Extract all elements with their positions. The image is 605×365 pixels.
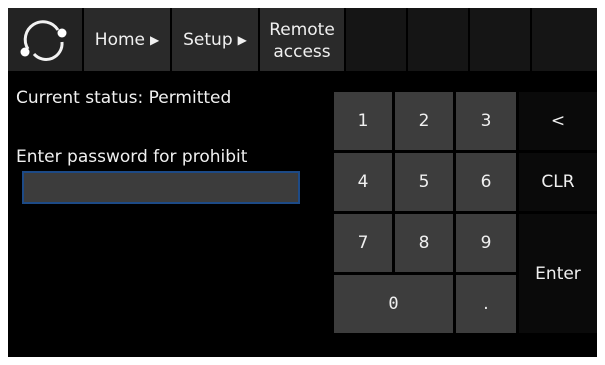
key-8[interactable]: 8 — [395, 214, 453, 272]
remote-access-screen: Home ▶ Setup ▶ Remote access Current sta… — [8, 8, 597, 357]
key-2[interactable]: 2 — [395, 92, 453, 150]
breadcrumb-setup[interactable]: Setup ▶ — [172, 8, 258, 71]
key-3[interactable]: 3 — [456, 92, 516, 150]
key-decimal[interactable]: . — [456, 275, 516, 333]
topbar-empty-slot — [470, 8, 530, 71]
breadcrumb-remote-access[interactable]: Remote access — [260, 8, 344, 71]
key-1[interactable]: 1 — [334, 92, 392, 150]
password-prompt-label: Enter password for prohibit — [16, 147, 248, 167]
breadcrumb-home[interactable]: Home ▶ — [84, 8, 170, 71]
breadcrumb-remote-line2: access — [273, 41, 331, 62]
current-status-text: Current status: Permitted — [16, 88, 232, 108]
key-4[interactable]: 4 — [334, 153, 392, 211]
chevron-right-icon: ▶ — [149, 32, 160, 47]
topbar-empty-slot — [532, 8, 597, 71]
key-9[interactable]: 9 — [456, 214, 516, 272]
breadcrumb-home-label: Home — [94, 29, 145, 50]
chevron-right-icon: ▶ — [237, 32, 247, 47]
breadcrumb-remote-line1: Remote — [269, 19, 335, 40]
password-input[interactable] — [22, 171, 300, 204]
enter-key[interactable]: Enter — [519, 214, 597, 333]
topbar-empty-slot — [346, 8, 406, 71]
topbar-empty-slot — [408, 8, 468, 71]
clear-key[interactable]: CLR — [519, 153, 597, 211]
backspace-key[interactable]: < — [519, 92, 597, 150]
key-5[interactable]: 5 — [395, 153, 453, 211]
refresh-arc-icon — [20, 20, 67, 61]
key-7[interactable]: 7 — [334, 214, 392, 272]
top-bar: Home ▶ Setup ▶ Remote access — [8, 8, 597, 71]
key-0[interactable]: 0 — [334, 275, 453, 333]
logo-button[interactable] — [8, 8, 82, 71]
key-6[interactable]: 6 — [456, 153, 516, 211]
breadcrumb-setup-label: Setup — [183, 29, 233, 50]
